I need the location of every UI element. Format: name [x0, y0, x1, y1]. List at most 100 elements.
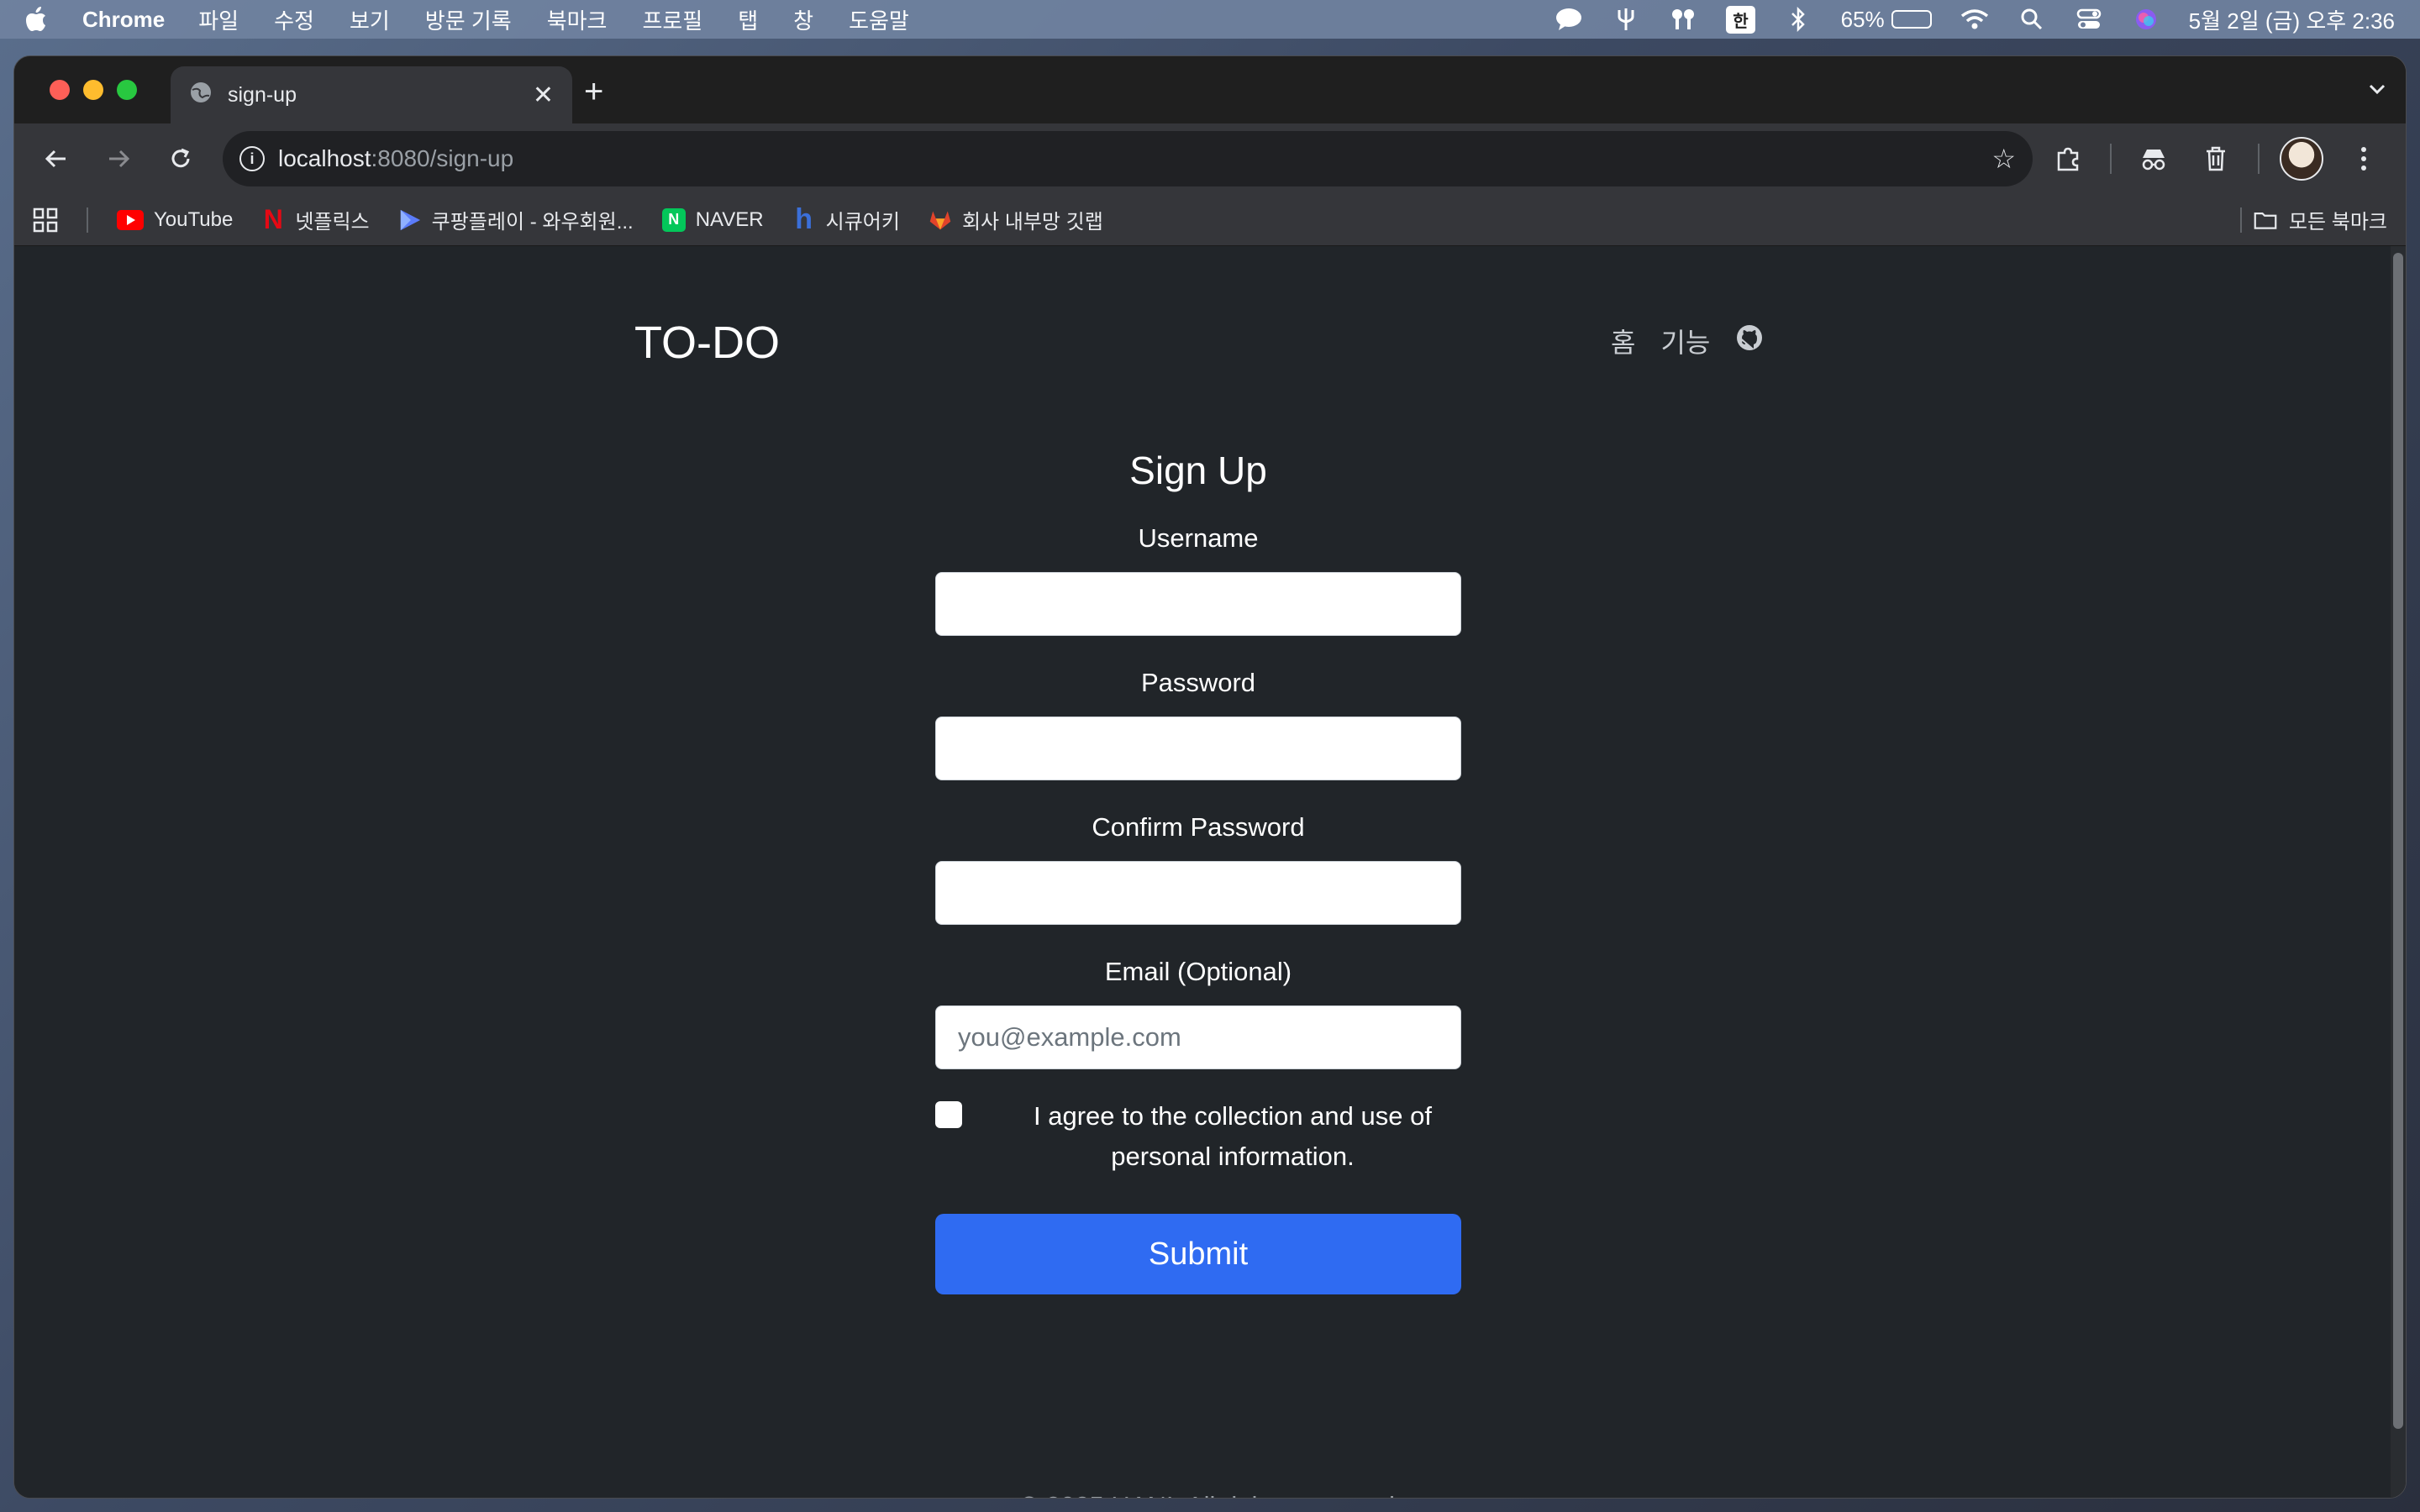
securekey-icon: h	[795, 203, 813, 235]
menu-file[interactable]: 파일	[198, 4, 239, 35]
bookmark-securekey[interactable]: h 시큐어키	[792, 203, 900, 235]
bluetooth-icon[interactable]	[1784, 7, 1812, 32]
menu-history[interactable]: 방문 기록	[425, 4, 512, 35]
bookmarks-divider	[2239, 207, 2242, 233]
email-label: Email (Optional)	[1104, 957, 1292, 986]
apps-grid-icon[interactable]	[33, 207, 58, 233]
gitlab-icon	[929, 208, 952, 232]
bookmark-label: 쿠팡플레이 - 와우회원...	[431, 211, 634, 234]
extensions-puzzle-icon[interactable]	[2041, 132, 2095, 186]
username-input[interactable]	[935, 572, 1461, 636]
avatar	[2280, 137, 2323, 181]
nav-home-link[interactable]: 홈	[1611, 322, 1635, 360]
bookmarks-divider	[87, 207, 88, 233]
siri-icon[interactable]	[2132, 7, 2160, 32]
globe-icon	[189, 81, 213, 110]
bookmark-coupang-play[interactable]: 쿠팡플레이 - 와우회원...	[398, 205, 634, 234]
bookmark-label: NAVER	[695, 207, 764, 231]
bookmark-star-icon[interactable]: ☆	[1991, 143, 2016, 175]
bookmark-label: YouTube	[154, 207, 234, 231]
profile-avatar[interactable]	[2275, 132, 2328, 186]
site-footer: © 2025 HANI. All rights reserved.	[14, 1491, 2406, 1498]
folder-icon	[2254, 208, 2277, 232]
battery-percent: 65%	[1840, 6, 1885, 32]
site-nav: 홈 기능	[1611, 322, 1764, 360]
reload-icon[interactable]	[154, 132, 208, 186]
bookmark-netflix[interactable]: N 넷플릭스	[261, 204, 370, 234]
trash-icon[interactable]	[2189, 132, 2243, 186]
page-scrollbar[interactable]	[2391, 246, 2406, 1498]
tab-sign-up[interactable]: sign-up ✕	[171, 66, 572, 123]
bookmark-youtube[interactable]: YouTube	[117, 208, 233, 232]
chat-bubble-icon[interactable]	[1555, 7, 1583, 32]
password-input[interactable]	[935, 717, 1461, 780]
agree-checkbox[interactable]	[935, 1101, 962, 1128]
confirm-password-label: Confirm Password	[1092, 812, 1305, 842]
browser-toolbar: i localhost:8080/sign-up ☆	[14, 123, 2406, 194]
macos-menubar: Chrome 파일 수정 보기 방문 기록 북마크 프로필 탭 창 도움말 한 …	[0, 0, 2420, 39]
web-page: TO-DO 홈 기능 Sign Up Username Password Con…	[14, 246, 2392, 1498]
tab-title: sign-up	[228, 82, 297, 107]
menu-profile[interactable]: 프로필	[642, 4, 702, 35]
menubar-app-name[interactable]: Chrome	[82, 7, 165, 33]
all-bookmarks[interactable]: 모든 북마크	[2239, 205, 2387, 234]
sign-up-form: Sign Up Username Password Confirm Passwo…	[935, 448, 1461, 1294]
tab-strip: sign-up ✕ +	[14, 56, 2406, 123]
close-tab-icon[interactable]: ✕	[533, 81, 554, 110]
minimize-window-button[interactable]	[83, 80, 103, 100]
bookmarks-bar: YouTube N 넷플릭스 쿠팡플레이 - 와우회원... N NAVER h…	[14, 194, 2406, 246]
forward-arrow-icon[interactable]	[92, 132, 145, 186]
incognito-icon[interactable]	[2127, 132, 2181, 186]
bookmark-label: 시큐어키	[825, 211, 900, 234]
battery-icon	[1891, 10, 1932, 29]
agree-row: I agree to the collection and use of per…	[935, 1096, 1461, 1177]
agree-label[interactable]: I agree to the collection and use of per…	[979, 1096, 1461, 1177]
spotlight-search-icon[interactable]	[2018, 7, 2046, 32]
zoom-window-button[interactable]	[117, 80, 137, 100]
all-bookmarks-label: 모든 북마크	[2288, 211, 2387, 234]
fork-icon[interactable]	[1612, 7, 1640, 32]
bookmark-gitlab[interactable]: 회사 내부망 깃랩	[929, 205, 1103, 234]
bookmark-label: 회사 내부망 깃랩	[961, 211, 1103, 234]
menu-window[interactable]: 창	[793, 4, 813, 35]
wifi-icon[interactable]	[1960, 7, 1989, 32]
address-bar[interactable]: i localhost:8080/sign-up ☆	[223, 131, 2033, 186]
netflix-icon: N	[263, 204, 283, 234]
nav-features-link[interactable]: 기능	[1660, 322, 1710, 360]
menu-view[interactable]: 보기	[350, 4, 390, 35]
control-center-icon[interactable]	[2075, 7, 2103, 32]
github-icon[interactable]	[1735, 323, 1764, 359]
email-input[interactable]	[935, 1005, 1461, 1069]
form-title: Sign Up	[1129, 449, 1267, 492]
site-info-icon[interactable]: i	[239, 146, 265, 171]
password-label: Password	[1140, 668, 1256, 697]
youtube-icon	[117, 209, 144, 230]
browser-window: sign-up ✕ + i localhost:8080/sign-up ☆ Y…	[13, 55, 2407, 1499]
naver-icon: N	[661, 207, 686, 232]
menu-edit[interactable]: 수정	[274, 4, 314, 35]
more-menu-icon[interactable]	[2337, 132, 2391, 186]
battery-indicator[interactable]: 65%	[1841, 7, 1932, 33]
input-method-badge[interactable]: 한	[1726, 5, 1755, 34]
airpods-icon[interactable]	[1669, 7, 1697, 32]
menu-tab[interactable]: 탭	[738, 4, 758, 35]
bookmark-naver[interactable]: N NAVER	[661, 207, 764, 232]
menubar-status-area: 한 65% 5월 2일 (금) 오후 2:36	[1555, 4, 2395, 35]
apple-icon[interactable]	[25, 6, 49, 33]
submit-button[interactable]: Submit	[935, 1214, 1461, 1294]
menu-bookmarks[interactable]: 북마크	[547, 4, 608, 35]
menu-help[interactable]: 도움말	[849, 4, 909, 35]
scrollbar-thumb[interactable]	[2393, 253, 2403, 1429]
new-tab-icon[interactable]: +	[584, 73, 603, 111]
url-text[interactable]: localhost:8080/sign-up	[278, 145, 513, 172]
confirm-password-input[interactable]	[935, 861, 1461, 925]
back-arrow-icon[interactable]	[29, 132, 83, 186]
tab-search-chevron-icon[interactable]	[2367, 75, 2387, 102]
site-brand[interactable]: TO-DO	[634, 317, 780, 369]
url-host: localhost	[278, 145, 371, 171]
toolbar-divider	[2110, 144, 2112, 174]
bookmark-label: 넷플릭스	[295, 211, 370, 234]
menubar-clock[interactable]: 5월 2일 (금) 오후 2:36	[2189, 4, 2395, 35]
close-window-button[interactable]	[50, 80, 70, 100]
toolbar-divider	[2258, 144, 2260, 174]
